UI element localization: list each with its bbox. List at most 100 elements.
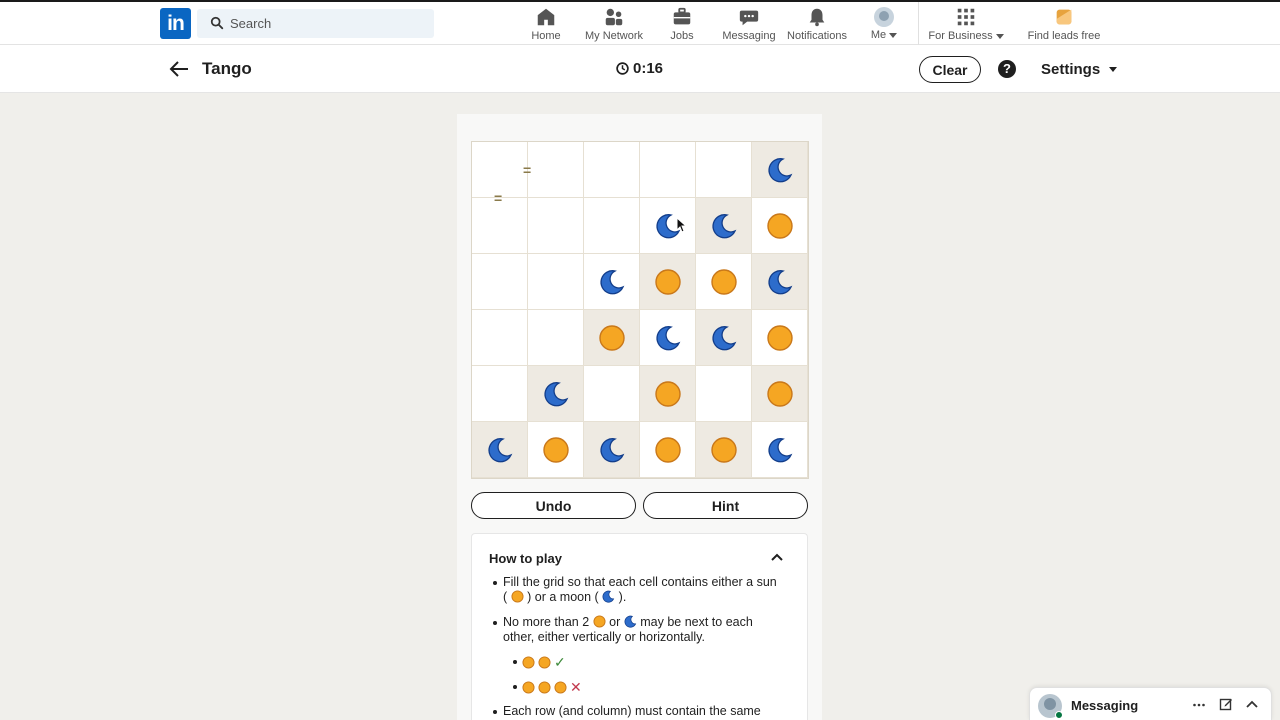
nav-messaging-label: Messaging — [722, 30, 776, 42]
sun-icon — [522, 656, 535, 669]
chevron-down-icon — [995, 33, 1004, 39]
board-cell[interactable] — [528, 254, 584, 310]
timer-value: 0:16 — [633, 60, 664, 77]
nav-home[interactable]: Home — [528, 6, 564, 44]
board-cell[interactable] — [640, 254, 696, 310]
rule-2-or: or — [609, 615, 621, 629]
board-cell[interactable] — [696, 366, 752, 422]
board-cell[interactable] — [752, 310, 808, 366]
board-cell[interactable] — [584, 198, 640, 254]
chevron-up-icon[interactable] — [770, 552, 784, 562]
settings-dropdown[interactable]: Settings — [1041, 61, 1118, 78]
board-cell[interactable] — [752, 422, 808, 478]
messaging-label: Messaging — [1071, 698, 1139, 713]
timer: 0:16 — [616, 60, 663, 77]
sun-icon — [538, 656, 551, 669]
board-cell[interactable] — [640, 366, 696, 422]
moon-icon — [600, 438, 625, 463]
nav-find-leads-label: Find leads free — [1027, 30, 1101, 42]
moon-icon — [544, 382, 569, 407]
moon-icon — [768, 158, 793, 183]
board-cell[interactable] — [752, 366, 808, 422]
board-cell[interactable] — [640, 142, 696, 198]
more-options-icon[interactable] — [1192, 697, 1206, 711]
nav-my-network-label: My Network — [584, 30, 644, 42]
board-cell[interactable] — [696, 310, 752, 366]
nav-me-label: Me — [870, 29, 887, 41]
board-cell[interactable] — [472, 254, 528, 310]
board-cell[interactable] — [472, 366, 528, 422]
game-header: Tango 0:16 Clear ? Settings — [0, 45, 1280, 93]
bullet — [493, 581, 497, 585]
hint-button[interactable]: Hint — [643, 492, 808, 519]
messaging-bubble[interactable]: Messaging — [1029, 687, 1272, 720]
nav-home-label: Home — [531, 30, 561, 42]
moon-icon — [712, 214, 737, 239]
moon-icon — [712, 326, 737, 351]
board-cell[interactable] — [472, 422, 528, 478]
sun-icon — [554, 681, 567, 694]
search-placeholder: Search — [230, 16, 272, 31]
board-cell[interactable] — [528, 198, 584, 254]
board-cell[interactable] — [752, 142, 808, 198]
chevron-up-icon[interactable] — [1245, 697, 1259, 711]
board-cell[interactable] — [584, 422, 640, 478]
board-cell[interactable] — [696, 198, 752, 254]
moon-icon — [600, 270, 625, 295]
messaging-icon — [739, 10, 759, 26]
moon-icon — [656, 326, 681, 351]
home-icon — [537, 8, 555, 26]
board-cell[interactable] — [584, 142, 640, 198]
rule-1-line-1: Fill the grid so that each cell contains… — [503, 575, 777, 589]
sun-icon — [543, 437, 569, 463]
board-cell[interactable] — [528, 142, 584, 198]
board-cell[interactable] — [528, 422, 584, 478]
sun-icon — [538, 681, 551, 694]
linkedin-logo-icon[interactable]: in — [160, 8, 191, 39]
board-cell[interactable] — [472, 198, 528, 254]
sun-icon — [711, 269, 737, 295]
sun-icon — [655, 269, 681, 295]
board-cell[interactable] — [696, 142, 752, 198]
board-cell[interactable] — [752, 254, 808, 310]
nav-jobs[interactable]: Jobs — [664, 6, 700, 44]
nav-messaging[interactable]: Messaging — [720, 6, 778, 44]
board-cell[interactable] — [584, 254, 640, 310]
nav-notifications[interactable]: Notifications — [786, 6, 848, 44]
search-input[interactable]: Search — [197, 9, 434, 38]
moon-icon — [768, 438, 793, 463]
search-icon — [210, 16, 224, 30]
chevron-down-icon — [889, 32, 898, 38]
board-cell[interactable] — [696, 254, 752, 310]
top-navigation: in Search Home My Network Jobs Messaging… — [0, 0, 1280, 45]
network-icon — [605, 8, 623, 26]
board-cell[interactable] — [584, 310, 640, 366]
board-cell[interactable] — [696, 422, 752, 478]
rule-1-end: ). — [618, 590, 627, 604]
board-cell[interactable] — [640, 310, 696, 366]
board-cell[interactable] — [528, 310, 584, 366]
grid-icon — [957, 8, 975, 26]
board-cell[interactable] — [640, 198, 696, 254]
board-cell[interactable] — [472, 310, 528, 366]
nav-for-business[interactable]: For Business — [928, 6, 1004, 44]
how-to-play-panel: How to play Fill the grid so that each c… — [471, 533, 808, 720]
board-cell[interactable] — [584, 366, 640, 422]
nav-divider — [918, 2, 919, 45]
nav-find-leads[interactable]: Find leads free — [1026, 6, 1102, 44]
compose-icon[interactable] — [1219, 697, 1233, 711]
help-icon[interactable]: ? — [998, 60, 1016, 78]
board-cell[interactable] — [752, 198, 808, 254]
example-invalid: ✕ — [522, 679, 582, 696]
sun-icon — [655, 437, 681, 463]
board-cell[interactable] — [528, 366, 584, 422]
nav-my-network[interactable]: My Network — [582, 6, 646, 44]
clear-button[interactable]: Clear — [919, 56, 981, 83]
undo-button[interactable]: Undo — [471, 492, 636, 519]
rule-2-start: No more than 2 — [503, 615, 590, 629]
board-cell[interactable] — [640, 422, 696, 478]
chevron-down-icon — [1109, 67, 1118, 72]
briefcase-icon — [673, 7, 691, 25]
nav-me[interactable]: Me — [866, 6, 902, 44]
back-arrow-icon[interactable] — [168, 59, 190, 79]
